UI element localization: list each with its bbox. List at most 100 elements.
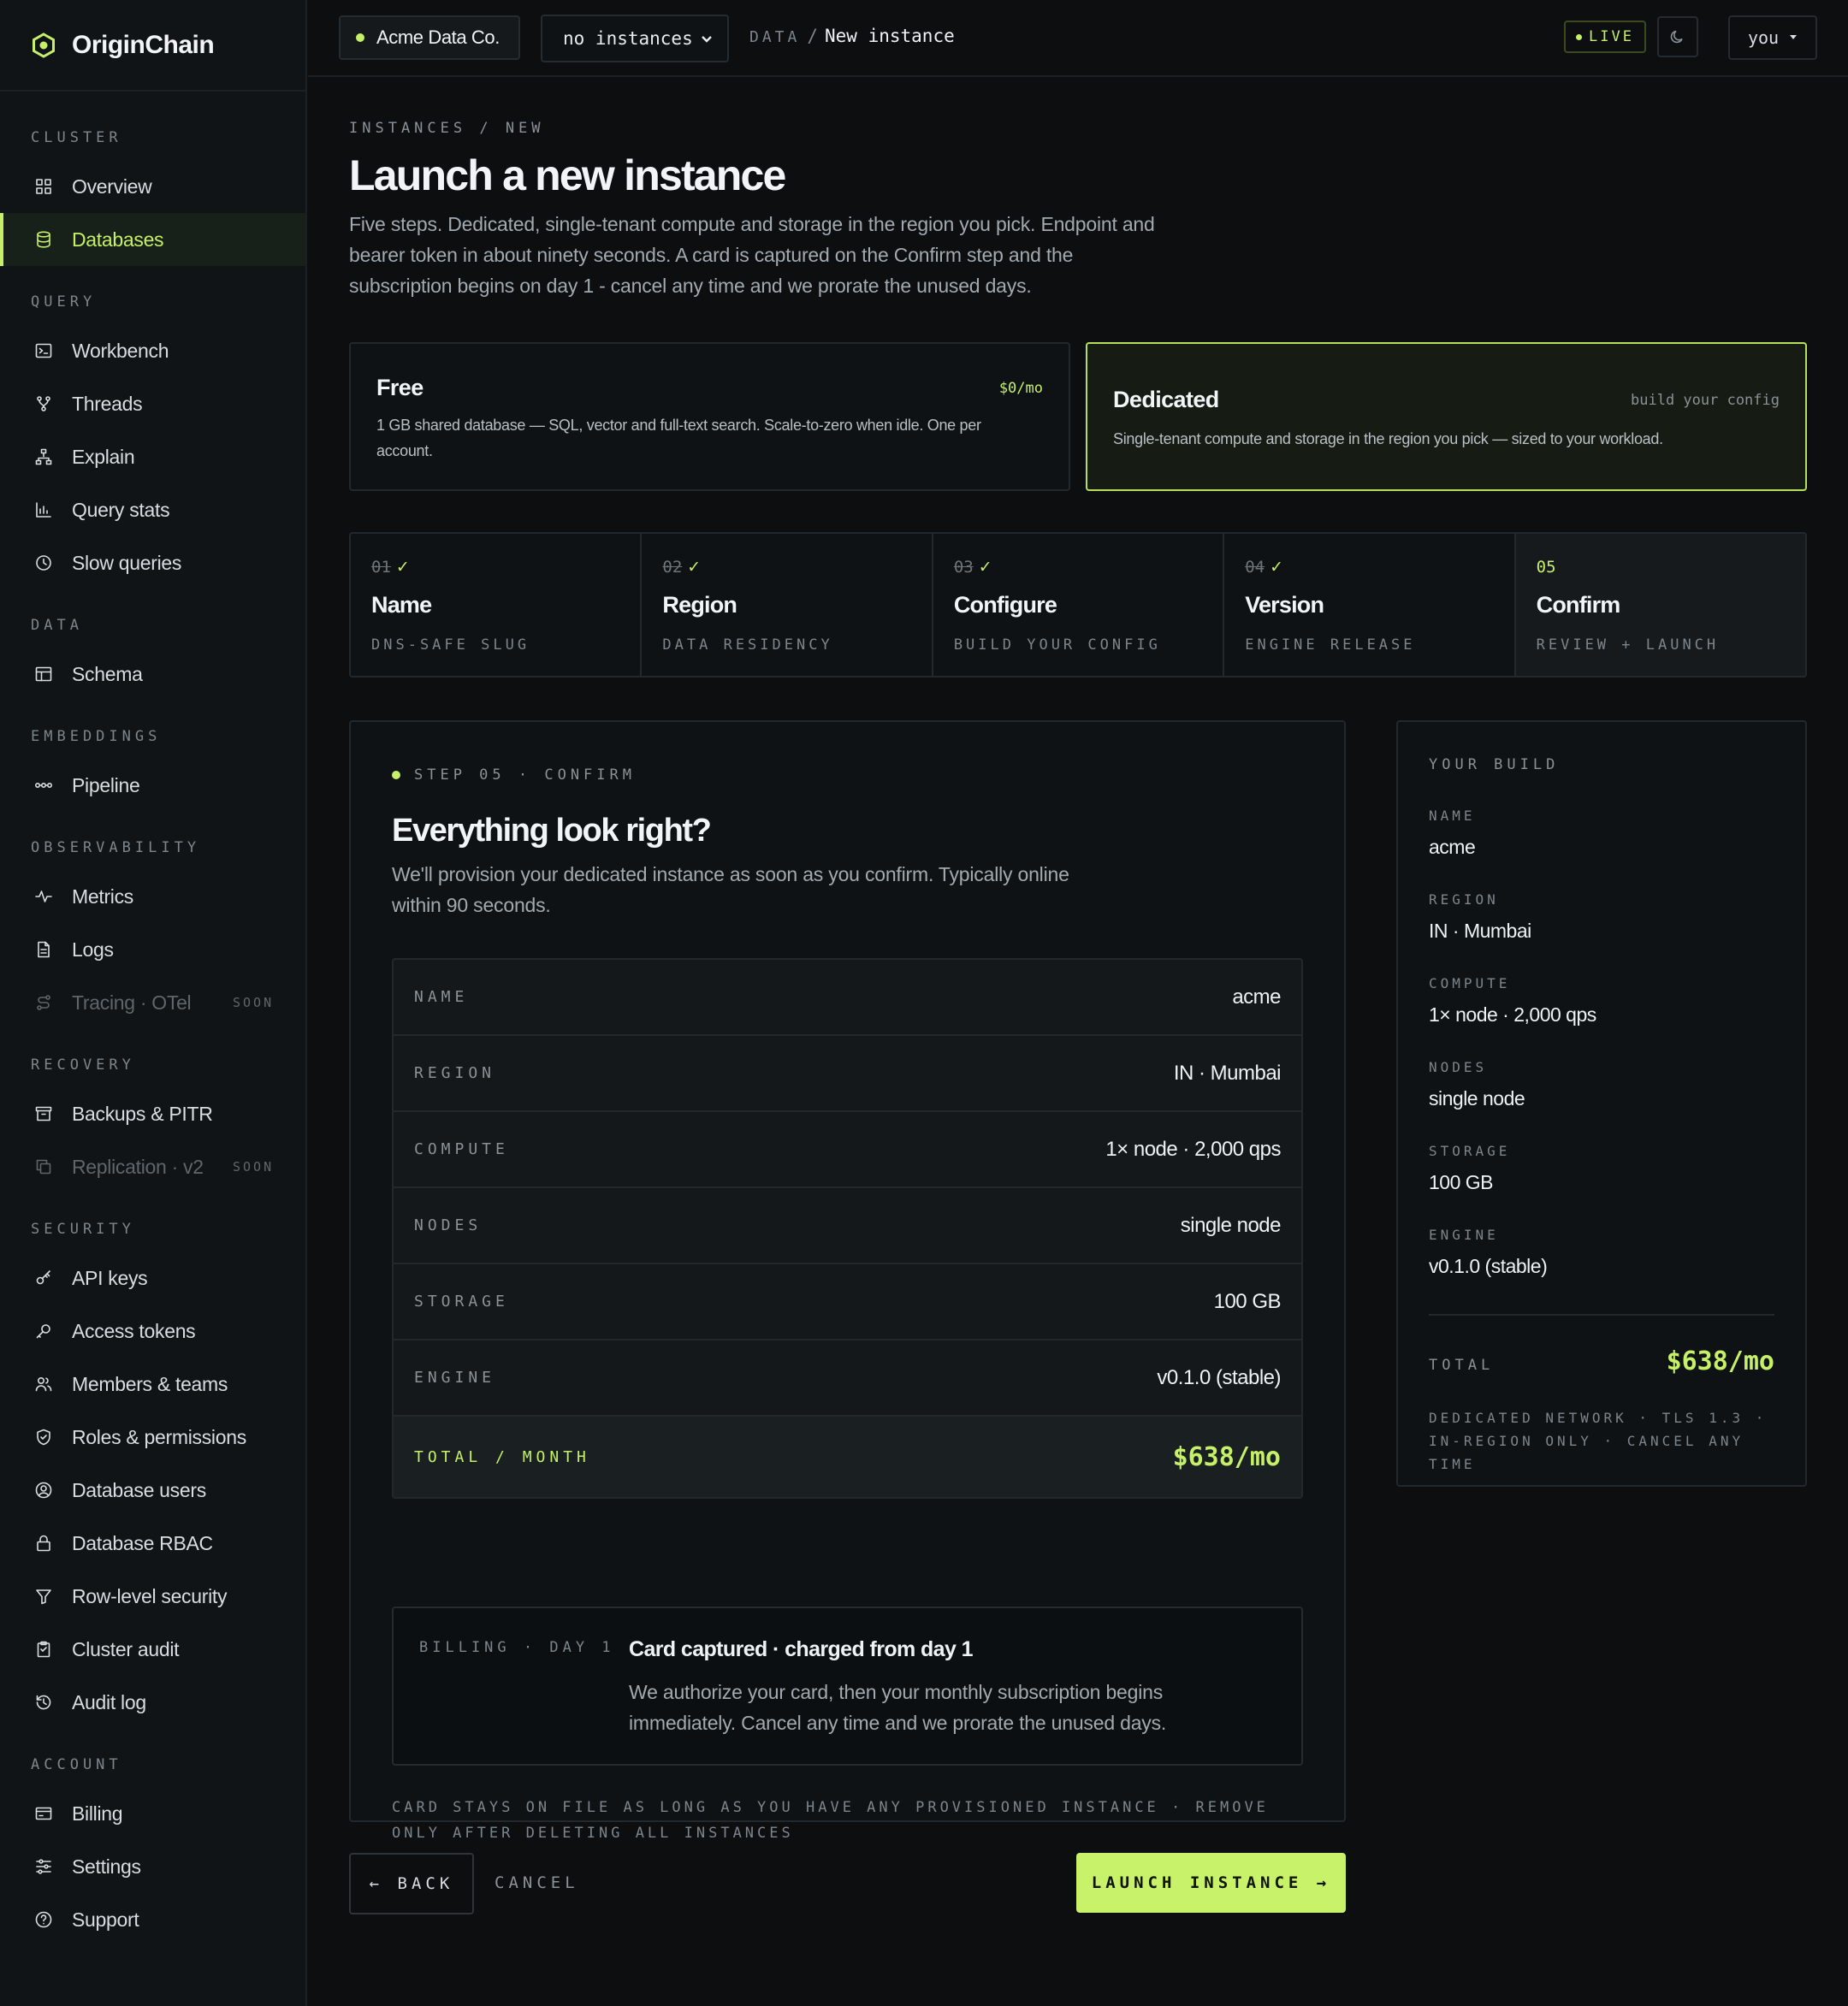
sidebar-item-audit-log[interactable]: Audit log: [0, 1676, 305, 1729]
sidebar-section-label: SECURITY: [31, 1221, 135, 1238]
sidebar-item-overview[interactable]: Overview: [0, 160, 305, 213]
sidebar-item-explain[interactable]: Explain: [0, 430, 305, 483]
sidebar-item-label: Audit log: [72, 1690, 146, 1713]
sidebar-item-metrics[interactable]: Metrics: [0, 870, 305, 923]
build-key: STORAGE: [1429, 1143, 1511, 1159]
instance-select-value: no instances: [563, 28, 693, 49]
step-version[interactable]: 04 ✓ Version ENGINE RELEASE: [1224, 534, 1516, 676]
user-menu-button[interactable]: you: [1728, 15, 1817, 60]
summary-row-nodes: NODES single node: [394, 1188, 1301, 1264]
plan-card-free[interactable]: Free $0/mo 1 GB shared database — SQL, v…: [349, 342, 1070, 491]
step-configure[interactable]: 03 ✓ Configure BUILD YOUR CONFIG: [933, 534, 1225, 676]
step-number-value: 04: [1245, 558, 1265, 577]
sidebar-item-replication-v2: Replication · v2 SOON: [0, 1140, 305, 1193]
sidebar-item-access-tokens[interactable]: Access tokens: [0, 1305, 305, 1358]
summary-value: 100 GB: [1213, 1289, 1282, 1313]
user-circle-icon: [33, 1479, 55, 1501]
sidebar-item-cluster-audit[interactable]: Cluster audit: [0, 1623, 305, 1676]
summary-value: acme: [1232, 985, 1281, 1009]
billing-notice: BILLING · DAY 1 Card captured · charged …: [392, 1607, 1303, 1766]
live-badge: LIVE: [1564, 21, 1646, 53]
plan-card-dedicated[interactable]: Dedicated build your config Single-tenan…: [1086, 342, 1807, 491]
build-row-name: NAME acme: [1429, 808, 1476, 859]
org-switcher[interactable]: Acme Data Co.: [339, 15, 520, 60]
sidebar-item-query-stats[interactable]: Query stats: [0, 483, 305, 536]
filter-icon: [33, 1585, 55, 1607]
step-title: Confirm: [1536, 592, 1621, 618]
terminal-icon: [33, 340, 55, 362]
sidebar-section-label: RECOVERY: [31, 1056, 135, 1074]
summary-key: NODES: [414, 1216, 483, 1234]
sidebar-item-settings[interactable]: Settings: [0, 1840, 305, 1893]
sidebar-item-workbench[interactable]: Workbench: [0, 324, 305, 377]
sidebar-item-backups-pitr[interactable]: Backups & PITR: [0, 1087, 305, 1140]
sidebar-nav: CLUSTER Overview Databases QUERY Workbench Th…: [0, 92, 305, 1946]
tracing-icon: [33, 991, 55, 1014]
plan-dedicated-name: Dedicated: [1113, 387, 1219, 412]
sidebar-item-label: Billing: [72, 1802, 123, 1825]
plan-dedicated-desc: Single-tenant compute and storage in the…: [1113, 430, 1663, 447]
sidebar-item-row-level-security[interactable]: Row-level security: [0, 1570, 305, 1623]
pipeline-icon: [33, 774, 55, 796]
theme-toggle-button[interactable]: [1657, 16, 1698, 57]
build-row-storage: STORAGE 100 GB: [1429, 1143, 1510, 1194]
step-number: 03 ✓: [954, 558, 992, 577]
step-name[interactable]: 01 ✓ Name DNS-SAFE SLUG: [351, 534, 643, 676]
confirm-title: Everything look right?: [392, 813, 712, 849]
sidebar-item-schema[interactable]: Schema: [0, 648, 305, 701]
clipboard-icon: [33, 1638, 55, 1660]
breadcrumb-current: New instance: [825, 26, 955, 46]
sidebar-item-database-rbac[interactable]: Database RBAC: [0, 1517, 305, 1570]
user-name: you: [1747, 27, 1780, 48]
summary-key: STORAGE: [414, 1293, 509, 1311]
summary-total-label: TOTAL / MONTH: [414, 1447, 590, 1466]
sidebar-item-label: Database users: [72, 1478, 206, 1501]
sidebar-item-slow-queries[interactable]: Slow queries: [0, 536, 305, 589]
database-icon: [33, 228, 55, 251]
sidebar-item-api-keys[interactable]: API keys: [0, 1252, 305, 1305]
summary-row-compute: COMPUTE 1× node · 2,000 qps: [394, 1112, 1301, 1188]
sidebar-item-label: Workbench: [72, 339, 169, 362]
step-number: 04 ✓: [1245, 558, 1283, 577]
sidebar-item-pipeline[interactable]: Pipeline: [0, 759, 305, 812]
plan-free-name: Free: [376, 375, 424, 400]
sidebar-item-label: Threads: [72, 392, 143, 415]
sidebar-item-label: Logs: [72, 938, 114, 961]
brand[interactable]: OriginChain: [0, 0, 305, 92]
sidebar-item-billing[interactable]: Billing: [0, 1787, 305, 1840]
sidebar-item-label: Roles & permissions: [72, 1425, 246, 1448]
step-confirm[interactable]: 05 Confirm REVIEW + LAUNCH: [1515, 534, 1805, 676]
summary-value: v0.1.0 (stable): [1157, 1365, 1281, 1389]
sidebar-item-databases[interactable]: Databases: [0, 213, 305, 266]
step-region[interactable]: 02 ✓ Region DATA RESIDENCY: [642, 534, 933, 676]
back-button[interactable]: ← BACK: [349, 1853, 474, 1914]
sidebar-item-members-teams[interactable]: Members & teams: [0, 1358, 305, 1411]
sidebar-item-label: Metrics: [72, 885, 134, 908]
bar-chart-icon: [33, 499, 55, 521]
page-title: Launch a new instance: [349, 151, 786, 199]
build-row-nodes: NODES single node: [1429, 1059, 1525, 1110]
breadcrumb-section[interactable]: DATA: [749, 28, 800, 46]
billing-desc: We authorize your card, then your monthl…: [629, 1681, 1167, 1734]
sidebar-item-label: Row-level security: [72, 1584, 228, 1607]
summary-value: IN · Mumbai: [1173, 1061, 1282, 1085]
summary-total-value: $638/mo: [1172, 1441, 1281, 1472]
build-value: acme: [1429, 836, 1476, 858]
stepper: 01 ✓ Name DNS-SAFE SLUG 02 ✓ Region DATA RESIDE…: [349, 532, 1807, 678]
sidebar-item-roles-permissions[interactable]: Roles & permissions: [0, 1411, 305, 1464]
breadcrumb: DATA / New instance: [749, 26, 955, 46]
sliders-icon: [33, 1855, 55, 1878]
sidebar-item-database-users[interactable]: Database users: [0, 1464, 305, 1517]
instance-select[interactable]: no instances: [541, 15, 729, 62]
cancel-button[interactable]: CANCEL: [495, 1873, 579, 1892]
plan-free-price: $0/mo: [998, 380, 1043, 397]
build-summary-panel: YOUR BUILD TOTAL $638/mo DEDICATED NETWO…: [1396, 720, 1807, 1487]
sidebar-item-logs[interactable]: Logs: [0, 923, 305, 976]
sidebar-item-support[interactable]: Support: [0, 1893, 305, 1946]
sidebar-item-threads[interactable]: Threads: [0, 377, 305, 430]
billing-title: Card captured · charged from day 1: [629, 1637, 974, 1661]
launch-instance-button[interactable]: LAUNCH INSTANCE →: [1076, 1853, 1346, 1913]
brand-name: OriginChain: [72, 30, 215, 59]
card-on-file-note: CARD STAYS ON FILE AS LONG AS YOU HAVE A…: [392, 1799, 1269, 1842]
soon-badge: SOON: [233, 1159, 275, 1175]
